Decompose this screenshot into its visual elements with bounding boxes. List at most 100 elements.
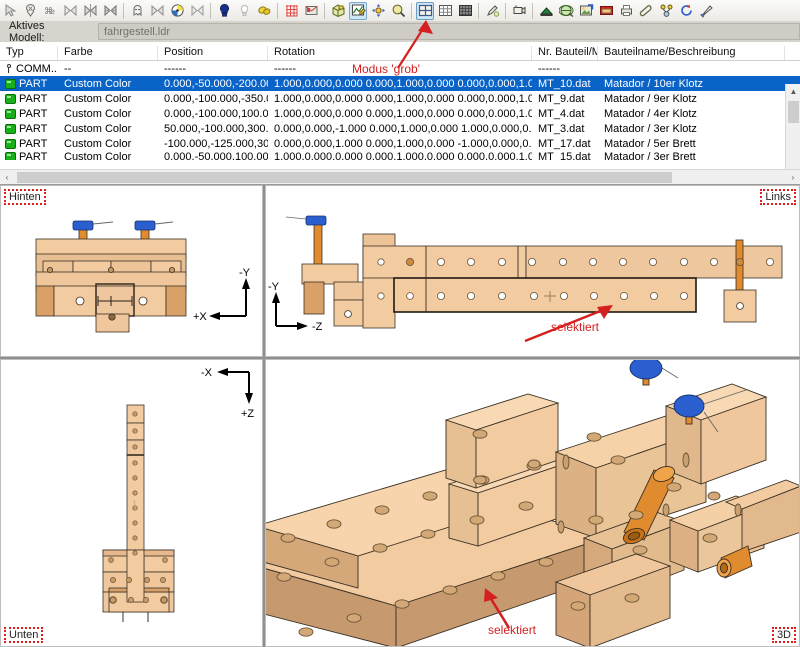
cell-name: Matador / 9er Klotz	[598, 93, 785, 105]
move-icon[interactable]	[369, 2, 387, 20]
ungroup-icon[interactable]: ⌘ e	[41, 2, 59, 20]
rotate-icon[interactable]	[677, 2, 695, 20]
cell-nr: MT_4.dat	[532, 108, 598, 120]
table-row[interactable]: PART Custom Color 50.000,-100.000,300.000 0…	[0, 121, 800, 136]
select-icon[interactable]	[1, 2, 19, 20]
cell-text: PART	[19, 77, 48, 90]
cell-name: Matador / 3er Brett	[598, 151, 785, 160]
column-header-label: Bauteilname/Beschreibung	[604, 46, 736, 58]
toolbar-separator	[277, 2, 278, 19]
cell-farbe: Custom Color	[58, 151, 158, 160]
grid-snap-icon[interactable]	[282, 2, 300, 20]
cell-rotation: 0.000,0.000,1.000 0.000,1.000,0.000 -1.0…	[268, 138, 532, 150]
cell-text: Custom Color	[64, 92, 132, 105]
scroll-up-arrow[interactable]: ▲	[786, 84, 800, 99]
viewport-label-unten: Unten	[4, 627, 44, 643]
hide-icon[interactable]	[148, 2, 166, 20]
cell-text: MT_9.dat	[538, 92, 585, 105]
svg-text:-X: -X	[201, 367, 213, 379]
ghost-icon[interactable]	[128, 2, 146, 20]
pen-icon[interactable]	[483, 2, 501, 20]
table-horizontal-scrollbar[interactable]: ‹ ›	[0, 169, 800, 184]
clip-icon[interactable]	[637, 2, 655, 20]
render-icon[interactable]	[329, 2, 347, 20]
table-row[interactable]: PART Custom Color 0.000,-50.000,100.000 1.0…	[0, 151, 800, 160]
table-row[interactable]: PART Custom Color 0.000,-100.000,100.000 1.…	[0, 106, 800, 121]
mirror-x-icon[interactable]	[61, 2, 79, 20]
cell-text: Custom Color	[64, 151, 132, 160]
grid-fine-icon[interactable]	[456, 2, 474, 20]
toolbar-mode-annotation: Modus 'grob'	[352, 62, 420, 76]
cell-typ: COMM...	[0, 63, 58, 75]
column-header-farbe[interactable]: Farbe	[58, 46, 158, 60]
table-row[interactable]: PART Custom Color -100.000,-125.000,300.0.…	[0, 136, 800, 151]
light-on-icon[interactable]	[215, 2, 233, 20]
viewport-links[interactable]: Links -Y -Z selektiert	[265, 185, 800, 357]
table-row[interactable]: PART Custom Color 0.000,-50.000,-200.000 1.…	[0, 76, 800, 91]
toolbar-separator	[210, 2, 211, 19]
svg-text:-Y: -Y	[268, 281, 280, 293]
viewport-label-links: Links	[760, 189, 796, 205]
globe-icon[interactable]	[557, 2, 575, 20]
active-model-bar: Aktives Modell: fahrgestell.ldr	[0, 19, 800, 44]
column-header-typ[interactable]: Typ	[0, 46, 58, 60]
brush-icon[interactable]	[697, 2, 715, 20]
bookmark-icon[interactable]	[302, 2, 320, 20]
paint-icon[interactable]	[255, 2, 273, 20]
active-model-value: fahrgestell.ldr	[103, 25, 170, 38]
mirror-y-icon[interactable]	[81, 2, 99, 20]
cell-name	[598, 63, 785, 75]
table-rows: COMM... -- ------ ------ ------ PART Custom Co…	[0, 61, 800, 167]
camera-icon[interactable]	[510, 2, 528, 20]
part-icon	[5, 138, 16, 149]
zoom-icon[interactable]	[389, 2, 407, 20]
horizontal-scroll-track[interactable]	[14, 170, 786, 185]
edit-model-icon[interactable]	[349, 1, 367, 20]
cell-text: Custom Color	[64, 137, 132, 150]
horizontal-scroll-thumb[interactable]	[17, 171, 672, 183]
export-icon[interactable]	[537, 2, 555, 20]
viewports-4-icon[interactable]	[416, 1, 434, 20]
cell-rotation: 1.000,0.000,0.000 0.000,1.000,0.000 0.00…	[268, 151, 532, 160]
cell-nr: MT_17.dat	[532, 138, 598, 150]
cell-nr: MT_15.dat	[532, 151, 598, 160]
table-row[interactable]: PART Custom Color 0.000,-100.000,-350.000 1…	[0, 91, 800, 106]
cell-text: 0.000,0.000,1.000 0.000,1.000,0.000 -1.0…	[274, 137, 532, 150]
viewport-unten[interactable]: Unten -X +Z	[0, 359, 263, 647]
mirror-z-icon[interactable]	[101, 2, 119, 20]
scroll-left-arrow[interactable]: ‹	[0, 170, 14, 185]
printer-icon[interactable]	[617, 2, 635, 20]
part-icon	[5, 93, 16, 104]
cell-text: -100.000,-125.000,300.0...	[164, 137, 268, 150]
active-model-label: Aktives Modell:	[9, 19, 45, 44]
active-model-field[interactable]: fahrgestell.ldr	[97, 23, 800, 40]
selection-annotation-3d: selektiert	[488, 623, 537, 637]
cell-nr: MT_10.dat	[532, 78, 598, 90]
image-icon[interactable]	[577, 2, 595, 20]
viewport-hinten[interactable]: Hinten -Y +X	[0, 185, 263, 357]
viewport-3d[interactable]: 3D selektiert	[265, 359, 800, 647]
cell-text: MT_15.dat	[538, 151, 591, 160]
cell-text: Matador / 4er Klotz	[604, 107, 697, 120]
cell-farbe: Custom Color	[58, 108, 158, 120]
column-header-nr[interactable]: Nr. Bauteil/Mod...	[532, 46, 598, 60]
part-tree-icon[interactable]	[657, 2, 675, 20]
scroll-right-arrow[interactable]: ›	[786, 170, 800, 185]
cell-rotation: 1.000,0.000,0.000 0.000,1.000,0.000 0.00…	[268, 93, 532, 105]
cell-text: PART	[19, 151, 48, 160]
grid-coarse-icon[interactable]	[436, 2, 454, 20]
light-off-icon[interactable]	[235, 2, 253, 20]
color-clear-icon[interactable]	[188, 2, 206, 20]
color-picker-icon[interactable]	[168, 2, 186, 20]
cell-text: PART	[19, 137, 48, 150]
cell-position: 0.000,-50.000,100.000	[158, 151, 268, 160]
part-icon	[5, 123, 16, 134]
group-icon[interactable]	[21, 2, 39, 20]
column-header-rotation[interactable]: Rotation	[268, 46, 532, 60]
vertical-scroll-thumb[interactable]	[788, 101, 799, 123]
cell-typ: PART	[0, 93, 58, 105]
column-header-position[interactable]: Position	[158, 46, 268, 60]
column-header-name[interactable]: Bauteilname/Beschreibung	[598, 46, 785, 60]
photo-icon[interactable]	[597, 2, 615, 20]
cell-text: MT_10.dat	[538, 77, 591, 90]
